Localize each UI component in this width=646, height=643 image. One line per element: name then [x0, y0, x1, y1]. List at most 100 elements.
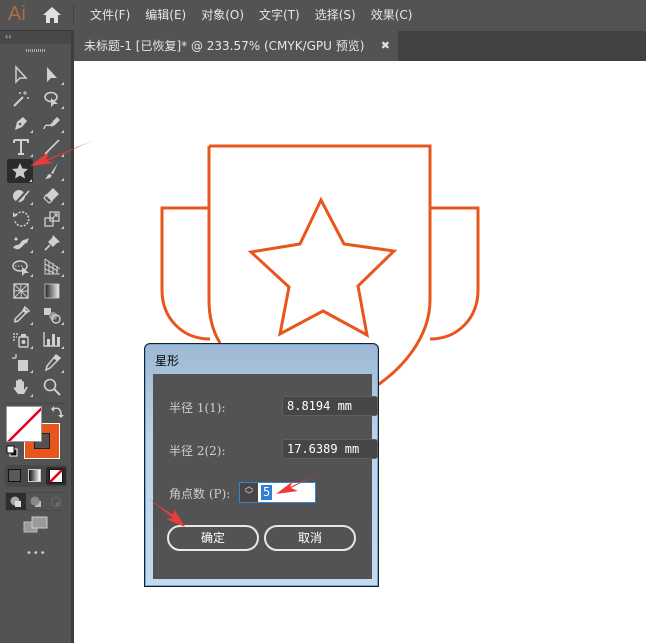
ok-button[interactable]: 确定 [167, 525, 259, 551]
dialog-title: 星形 [155, 354, 180, 368]
magic-wand-tool[interactable] [8, 88, 34, 110]
eraser-icon [43, 188, 59, 204]
menu-effect[interactable]: 效果(C) [371, 0, 413, 30]
selection-tool[interactable] [8, 64, 34, 86]
mesh-icon [13, 283, 29, 299]
slice-tool[interactable] [39, 352, 65, 374]
radius2-input[interactable]: 17.6389 mm [282, 439, 378, 459]
shaper-icon [13, 188, 30, 204]
curvature-pen-icon [43, 117, 60, 130]
curvature-tool[interactable] [39, 112, 65, 134]
mesh-tool[interactable] [8, 280, 34, 302]
paintbrush-tool[interactable] [39, 160, 65, 182]
magnifier-icon [43, 378, 61, 396]
gradient-tool[interactable] [39, 280, 65, 302]
color-button[interactable] [8, 469, 21, 482]
fill-swatch[interactable] [6, 406, 42, 442]
lasso-icon [44, 91, 58, 107]
chevron-down-icon[interactable]: ﹀ [240, 492, 258, 501]
gradient-icon [44, 283, 60, 299]
scale-tool[interactable] [39, 208, 65, 230]
star-icon [12, 163, 28, 179]
star-tool[interactable] [7, 159, 33, 183]
radius2-label: 半径 2(2): [169, 444, 226, 458]
star-dialog: 星形 半径 1(1): 8.8194 mm 半径 2(2): 17.6389 m… [144, 343, 379, 587]
eraser-tool[interactable] [39, 184, 65, 206]
shape-builder-tool[interactable] [8, 256, 34, 278]
menu-separator [73, 5, 74, 25]
collapse-toolbar-button[interactable]: ‹‹ [0, 31, 71, 44]
lasso-tool[interactable] [39, 88, 65, 110]
direct-selection-tool[interactable] [39, 64, 65, 86]
symbol-sprayer-icon [13, 333, 29, 348]
points-stepper[interactable]: ︿ ﹀ 5 [239, 482, 316, 503]
menu-object[interactable]: 对象(O) [201, 0, 244, 30]
gradient-button[interactable] [28, 469, 41, 482]
type-tool[interactable] [8, 136, 34, 158]
puppet-warp-tool[interactable] [8, 232, 34, 254]
blend-tool[interactable] [39, 304, 65, 326]
pen-tool[interactable] [8, 112, 34, 134]
direct-selection-arrow-icon [47, 67, 57, 82]
menu-type[interactable]: 文字(T) [259, 0, 300, 30]
perspective-grid-tool[interactable] [39, 256, 65, 278]
artboard-tool[interactable] [8, 352, 34, 374]
draw-inside-icon [51, 497, 61, 507]
slice-knife-icon [44, 353, 62, 372]
radius1-label: 半径 1(1): [169, 401, 226, 415]
line-segment-tool[interactable] [39, 136, 65, 158]
draw-inside-button[interactable] [47, 493, 65, 510]
document-tab[interactable]: 未标题-1 [已恢复]* @ 233.57% (CMYK/GPU 预览) ✖ [74, 31, 398, 61]
menu-file[interactable]: 文件(F) [90, 0, 130, 30]
puppet-warp-icon [13, 237, 29, 250]
none-color-icon [7, 407, 41, 441]
dialog-body: 半径 1(1): 8.8194 mm 半径 2(2): 17.6389 mm 角… [153, 374, 378, 579]
default-colors-icon[interactable] [6, 445, 18, 457]
zoom-tool[interactable] [39, 376, 65, 398]
document-tab-title: 未标题-1 [已恢复]* @ 233.57% (CMYK/GPU 预览) [84, 39, 365, 53]
pin-tool[interactable] [39, 232, 65, 254]
points-stepper-buttons[interactable]: ︿ ﹀ [240, 483, 258, 502]
pin-icon [44, 235, 60, 251]
paintbrush-icon [45, 163, 58, 179]
shaper-tool[interactable] [8, 184, 34, 206]
app-logo: Ai [8, 3, 26, 25]
type-t-icon [13, 139, 29, 155]
draw-normal-button[interactable] [6, 493, 26, 510]
swap-colors-icon[interactable] [50, 405, 64, 419]
close-tab-icon[interactable]: ✖ [381, 31, 390, 61]
pen-icon [15, 117, 27, 130]
column-graph-icon [43, 332, 60, 347]
artboard-icon [12, 354, 28, 371]
menu-edit[interactable]: 编辑(E) [145, 0, 186, 30]
main-menu: 文件(F) 编辑(E) 对象(O) 文字(T) 选择(S) 效果(C) [90, 0, 427, 30]
points-input[interactable]: 5 [261, 485, 273, 500]
perspective-grid-icon [44, 258, 61, 275]
scale-icon [44, 211, 60, 227]
hand-icon [13, 379, 28, 394]
symbol-sprayer-tool[interactable] [8, 328, 34, 350]
magic-wand-icon [13, 91, 29, 107]
hand-tool[interactable] [8, 376, 34, 398]
column-graph-tool[interactable] [39, 328, 65, 350]
draw-normal-icon [10, 496, 21, 507]
menu-select[interactable]: 选择(S) [315, 0, 356, 30]
rotate-icon [13, 211, 30, 227]
edit-toolbar-button[interactable]: ••• [26, 548, 47, 559]
toolbar-grip[interactable] [26, 49, 46, 52]
radius1-input[interactable]: 8.8194 mm [282, 396, 378, 416]
menu-bar: Ai 文件(F) 编辑(E) 对象(O) 文字(T) 选择(S) 效果(C) [0, 0, 646, 30]
eyedropper-tool[interactable] [8, 304, 34, 326]
points-label: 角点数 (P): [169, 487, 231, 501]
none-color-icon [49, 469, 63, 483]
document-tab-bar: 未标题-1 [已恢复]* @ 233.57% (CMYK/GPU 预览) ✖ [74, 31, 646, 61]
cancel-button[interactable]: 取消 [264, 525, 356, 551]
change-screen-mode-icon[interactable] [23, 516, 49, 534]
line-icon [44, 139, 60, 155]
draw-behind-button[interactable] [27, 493, 45, 510]
shape-builder-icon [12, 260, 29, 276]
rotate-tool[interactable] [8, 208, 34, 230]
toolbar: ‹‹ ••• [0, 30, 73, 643]
none-button[interactable] [46, 467, 66, 485]
home-icon[interactable] [42, 6, 62, 24]
